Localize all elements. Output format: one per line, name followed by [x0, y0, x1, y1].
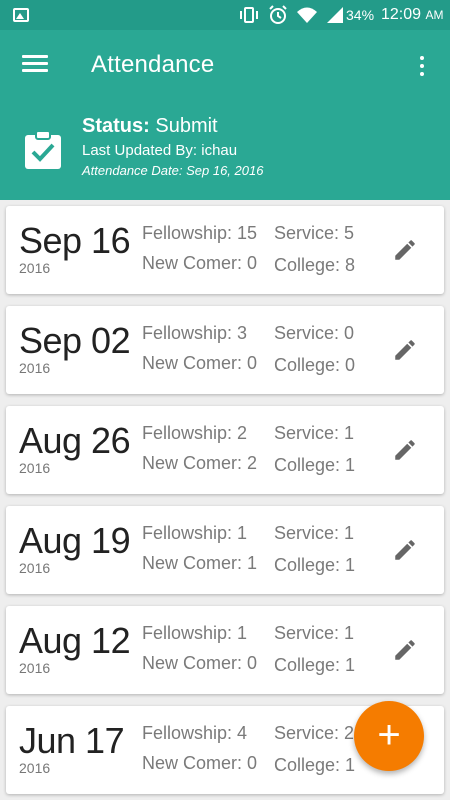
updated-value: ichau: [201, 142, 238, 159]
clipboard-check-icon: [25, 130, 61, 169]
signal-icon: [327, 7, 343, 23]
attendance-card[interactable]: Sep 02 2016 Fellowship: 3 New Comer: 0 S…: [6, 306, 444, 394]
attendance-date-line: Attendance Date: Sep 16, 2016: [82, 163, 263, 178]
college-count: College: 1: [274, 755, 356, 775]
service-count: Service: 1: [274, 423, 355, 443]
edit-pencil-icon[interactable]: [392, 237, 418, 263]
record-year: 2016: [19, 660, 51, 676]
status-line: Status: Submit: [82, 115, 218, 138]
hamburger-menu-icon[interactable]: [22, 54, 48, 74]
college-count: College: 1: [274, 555, 356, 575]
new-comer-count: New Comer: 0: [142, 653, 258, 673]
updated-line: Last Updated By: ichau: [82, 142, 237, 159]
record-year: 2016: [19, 460, 51, 476]
record-year: 2016: [19, 260, 51, 276]
edit-pencil-icon[interactable]: [392, 637, 418, 663]
attendance-card[interactable]: Aug 12 2016 Fellowship: 1 New Comer: 0 S…: [6, 606, 444, 694]
service-count: Service: 2: [274, 723, 355, 743]
new-comer-count: New Comer: 2: [142, 453, 258, 473]
service-count: Service: 1: [274, 623, 355, 643]
new-comer-count: New Comer: 0: [142, 353, 258, 373]
fellowship-count: Fellowship: 2: [142, 423, 248, 443]
service-count: Service: 1: [274, 523, 355, 543]
new-comer-count: New Comer: 0: [142, 753, 258, 773]
attendance-date-value: Sep 16, 2016: [186, 163, 264, 178]
attendance-card[interactable]: Sep 16 2016 Fellowship: 15 New Comer: 0 …: [6, 206, 444, 294]
vibrate-icon: [240, 7, 258, 23]
status-value: Submit: [155, 115, 218, 137]
record-year: 2016: [19, 760, 51, 776]
record-date: Sep 16: [19, 220, 131, 261]
status-label: Status:: [82, 115, 150, 137]
record-date: Jun 17: [19, 720, 125, 761]
attendance-card[interactable]: Aug 26 2016 Fellowship: 2 New Comer: 2 S…: [6, 406, 444, 494]
alarm-icon: [269, 5, 287, 24]
new-comer-count: New Comer: 1: [142, 553, 258, 573]
image-icon: [13, 8, 29, 22]
fellowship-count: Fellowship: 1: [142, 523, 248, 543]
record-date: Aug 12: [19, 620, 131, 661]
college-count: College: 1: [274, 455, 356, 475]
app-bar: Attendance Status: Submit Last Updated B…: [0, 30, 450, 200]
record-year: 2016: [19, 360, 51, 376]
college-count: College: 0: [274, 355, 356, 375]
edit-pencil-icon[interactable]: [392, 337, 418, 363]
edit-pencil-icon[interactable]: [392, 437, 418, 463]
fellowship-count: Fellowship: 15: [142, 223, 258, 243]
college-count: College: 1: [274, 655, 356, 675]
record-date: Sep 02: [19, 320, 131, 361]
attendance-date-label: Attendance Date:: [82, 163, 183, 178]
fellowship-count: Fellowship: 1: [142, 623, 248, 643]
college-count: College: 8: [274, 255, 356, 275]
app-title: Attendance: [91, 51, 215, 78]
fellowship-count: Fellowship: 3: [142, 323, 248, 343]
more-vert-icon[interactable]: [414, 54, 430, 78]
updated-label: Last Updated By:: [82, 142, 198, 159]
clock-ampm: AM: [425, 8, 444, 22]
battery-percent: 34%: [346, 7, 375, 23]
service-count: Service: 0: [274, 323, 355, 343]
clock: 12:09 AM: [381, 6, 444, 24]
edit-pencil-icon[interactable]: [392, 537, 418, 563]
record-date: Aug 19: [19, 520, 131, 561]
fellowship-count: Fellowship: 4: [142, 723, 248, 743]
add-icon: +: [377, 713, 401, 757]
wifi-icon: [297, 7, 317, 23]
new-comer-count: New Comer: 0: [142, 253, 258, 273]
record-year: 2016: [19, 560, 51, 576]
system-icons: [238, 5, 344, 25]
clock-time: 12:09: [381, 6, 422, 23]
service-count: Service: 5: [274, 223, 355, 243]
status-bar: 34% 12:09 AM: [0, 0, 450, 30]
add-attendance-button[interactable]: +: [354, 701, 424, 771]
record-date: Aug 26: [19, 420, 131, 461]
attendance-card[interactable]: Aug 19 2016 Fellowship: 1 New Comer: 1 S…: [6, 506, 444, 594]
